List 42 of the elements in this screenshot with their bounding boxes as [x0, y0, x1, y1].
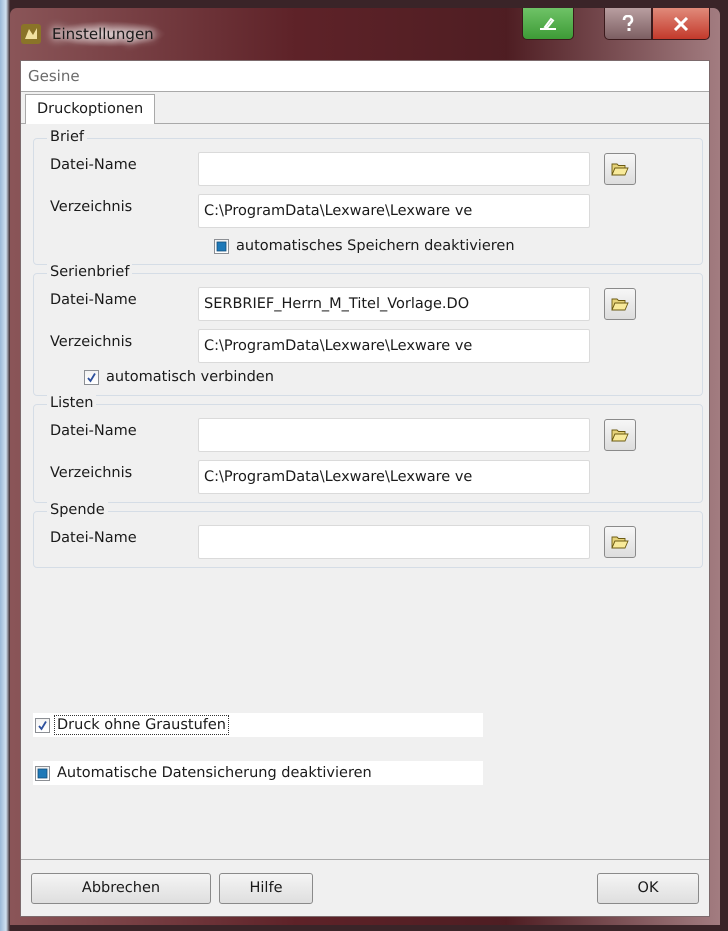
- field-label: Verzeichnis: [50, 198, 134, 215]
- text-field[interactable]: [198, 418, 590, 452]
- checkbox-label: Druck ohne Graustufen: [54, 715, 229, 735]
- field-label: Verzeichnis: [50, 333, 134, 350]
- indeterminate-checkbox[interactable]: [214, 238, 229, 254]
- group-title: Spende: [47, 502, 108, 519]
- text-field[interactable]: [198, 525, 590, 559]
- field-label: Datei-Name: [50, 529, 138, 546]
- close-icon: [673, 16, 689, 30]
- close-button[interactable]: [652, 8, 710, 40]
- checkbox-label: automatisches Speichern deaktivieren: [235, 237, 516, 256]
- folder-icon: [611, 535, 629, 549]
- text-field[interactable]: [198, 152, 590, 186]
- checkbox[interactable]: [35, 718, 50, 732]
- field-label: Verzeichnis: [50, 464, 134, 481]
- checkbox-label: automatisch verbinden: [105, 368, 275, 387]
- folder-icon: [611, 162, 629, 176]
- dialog-button[interactable]: Abbrechen: [31, 872, 211, 904]
- folder-icon: [611, 297, 629, 311]
- field-label: Datei-Name: [50, 422, 138, 439]
- text-field[interactable]: C:\ProgramData\Lexware\Lexware ve: [198, 329, 590, 363]
- browse-button[interactable]: [604, 526, 636, 558]
- checkbox-label: Automatische Datensicherung deaktivieren: [56, 764, 373, 783]
- tab[interactable]: Druckoptionen: [25, 94, 156, 124]
- browse-button[interactable]: [604, 153, 636, 185]
- field-label: Datei-Name: [50, 291, 138, 308]
- field-label: Datei-Name: [50, 156, 138, 173]
- checkbox[interactable]: [84, 370, 99, 384]
- help-button[interactable]: [604, 8, 652, 40]
- pen-icon: [537, 16, 559, 32]
- text-field[interactable]: C:\ProgramData\Lexware\Lexware ve: [198, 460, 590, 494]
- help-icon: [622, 14, 634, 32]
- dialog-button[interactable]: Hilfe: [219, 872, 313, 904]
- app-icon: [20, 23, 42, 45]
- text-field[interactable]: SERBRIEF_Herrn_M_Titel_Vorlage.DO: [198, 287, 590, 321]
- edit-button[interactable]: [522, 8, 574, 40]
- dialog-button[interactable]: OK: [597, 872, 699, 904]
- text-field[interactable]: C:\ProgramData\Lexware\Lexware ve: [198, 194, 590, 228]
- browse-button[interactable]: [604, 419, 636, 451]
- folder-icon: [611, 428, 629, 442]
- browse-button[interactable]: [604, 288, 636, 320]
- indeterminate-checkbox[interactable]: [35, 766, 50, 780]
